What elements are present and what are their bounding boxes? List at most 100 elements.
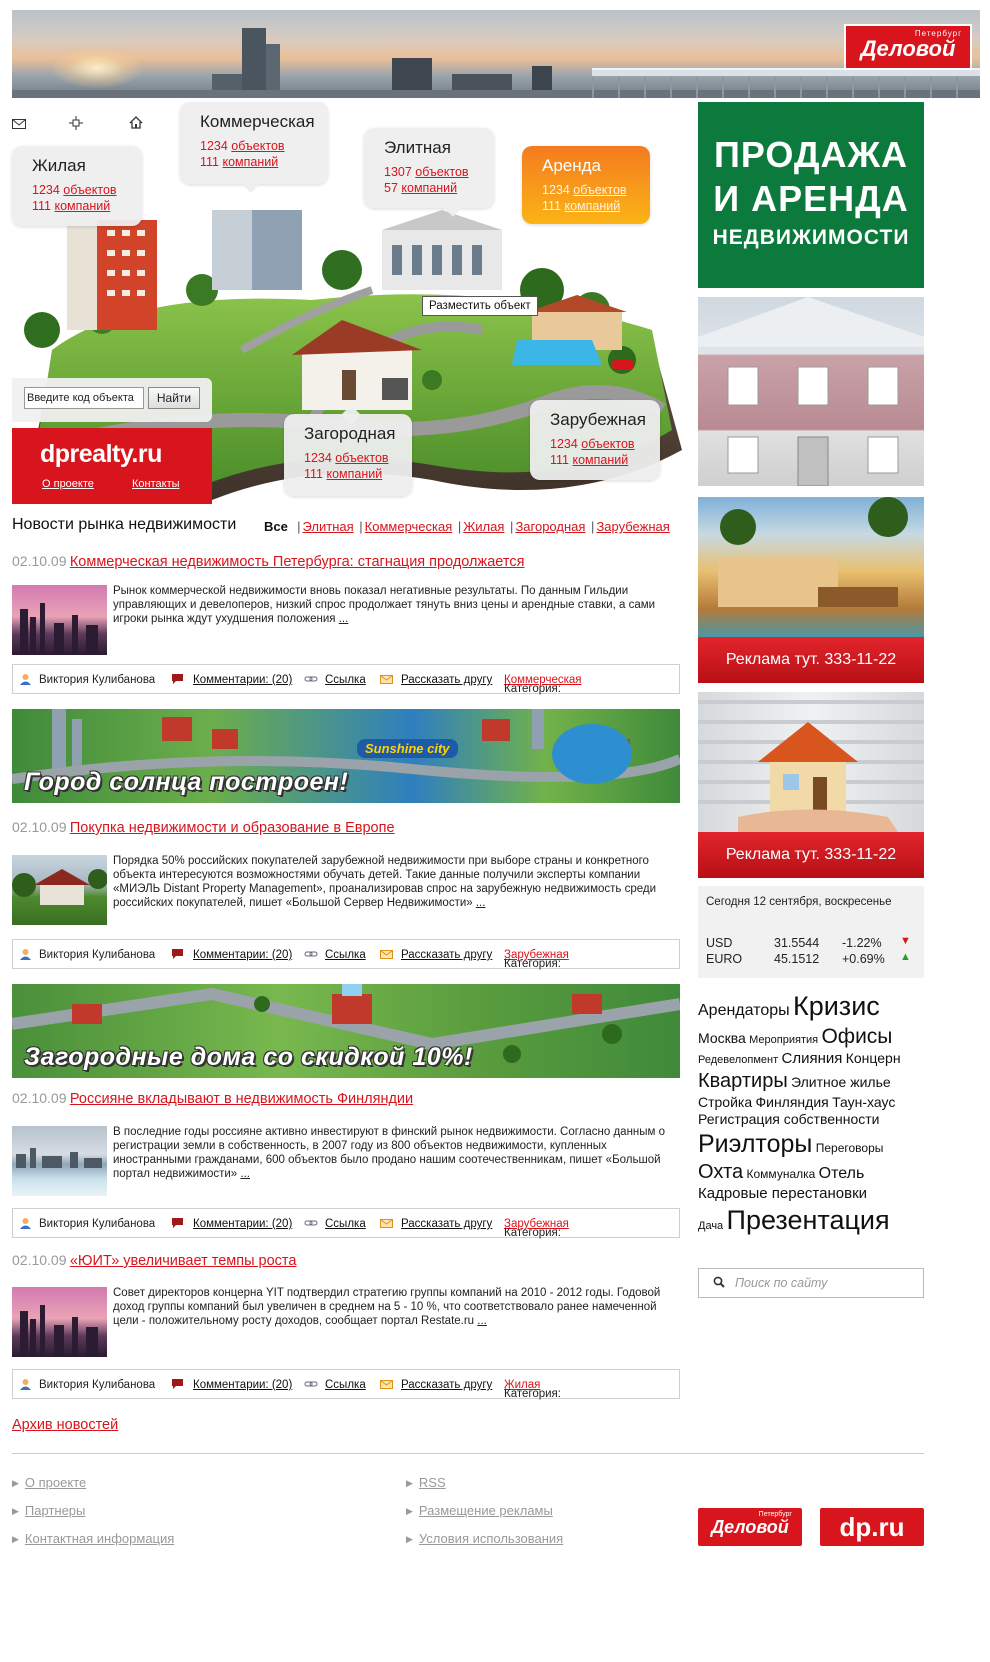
news-archive-link[interactable]: Архив новостей <box>12 1417 118 1433</box>
companies-link[interactable]: компаний <box>565 199 621 213</box>
tag-link[interactable]: Риэлторы <box>698 1130 812 1158</box>
category-commercial[interactable]: Коммерческая 1234 объектов 111 компаний <box>180 102 328 193</box>
category-rent[interactable]: Аренда 1234 объектов 111 компаний <box>522 146 650 224</box>
category-residential[interactable]: Жилая 1234 объектов 111 компаний <box>12 146 142 226</box>
filter-commercial[interactable]: Коммерческая <box>365 519 453 534</box>
tag-link[interactable]: Коммуналка <box>747 1167 816 1181</box>
arrow-down-icon: ▼ <box>900 935 911 947</box>
tag-link[interactable]: Офисы <box>821 1025 892 1048</box>
companies-link[interactable]: компаний <box>401 181 457 195</box>
tag-link[interactable]: Арендаторы <box>698 1002 790 1019</box>
permalink-link[interactable]: Ссылка <box>325 1218 366 1230</box>
news-thumbnail[interactable] <box>12 585 107 655</box>
tell-friend-link[interactable]: Рассказать другу <box>401 674 492 686</box>
comments-link[interactable]: Комментарии: (20) <box>193 949 292 961</box>
objects-link[interactable]: объектов <box>63 183 116 197</box>
news-title-link[interactable]: Коммерческая недвижимость Петербурга: ст… <box>70 554 525 570</box>
permalink-link[interactable]: Ссылка <box>325 674 366 686</box>
filter-all[interactable]: Все <box>264 519 288 534</box>
footer-delovoy-logo[interactable]: Петербург Деловой <box>698 1508 802 1546</box>
ad-banner-sunshine-city[interactable]: Sunshine city Город солнца построен! <box>12 709 680 803</box>
category-country[interactable]: Загородная 1234 объектов 111 компаний <box>284 405 412 496</box>
banner-headline: Город солнца построен! <box>24 768 349 796</box>
comments-link[interactable]: Комментарии: (20) <box>193 1218 292 1230</box>
filter-elite[interactable]: Элитная <box>302 519 353 534</box>
news-thumbnail[interactable] <box>12 1126 107 1196</box>
tell-friend-link[interactable]: Рассказать другу <box>401 949 492 961</box>
footer-link-partners[interactable]: ▶ Партнеры <box>12 1503 85 1518</box>
footer-link-about[interactable]: ▶ О проекте <box>12 1475 86 1490</box>
filter-country[interactable]: Загородная <box>515 519 585 534</box>
object-code-input[interactable]: Введите код объекта <box>24 387 144 409</box>
companies-link[interactable]: компаний <box>327 467 383 481</box>
read-more-link[interactable]: ... <box>339 613 349 625</box>
tag-link[interactable]: Кадровые перестановки <box>698 1185 867 1202</box>
ad-house-in-hand[interactable]: Реклама тут. 333-11-22 <box>698 692 924 878</box>
read-more-link[interactable]: ... <box>476 897 486 909</box>
tag-link[interactable]: Таун-хаус <box>832 1094 895 1110</box>
read-more-link[interactable]: ... <box>240 1168 250 1180</box>
objects-link[interactable]: объектов <box>581 437 634 451</box>
tell-friend-link[interactable]: Рассказать другу <box>401 1379 492 1391</box>
contacts-link[interactable]: Контакты <box>132 478 180 490</box>
tag-link[interactable]: Квартиры <box>698 1070 788 1092</box>
news-thumbnail[interactable] <box>12 855 108 925</box>
news-thumbnail[interactable] <box>12 1287 107 1357</box>
category-elite[interactable]: Элитная 1307 объектов 57 компаний <box>364 128 494 217</box>
footer-dp-logo[interactable]: dp.ru <box>820 1508 924 1546</box>
about-link[interactable]: О проекте <box>42 478 94 490</box>
ad-sale-and-rent[interactable]: ПРОДАЖА И АРЕНДА НЕДВИЖИМОСТИ <box>698 102 924 288</box>
companies-link[interactable]: компаний <box>573 453 629 467</box>
footer-link-terms[interactable]: ▶ Условия использования <box>406 1531 563 1546</box>
tag-link[interactable]: Мероприятия <box>749 1034 818 1046</box>
objects-link[interactable]: объектов <box>415 165 468 179</box>
tell-friend-link[interactable]: Рассказать другу <box>401 1218 492 1230</box>
tag-link[interactable]: Стройка <box>698 1094 752 1110</box>
companies-link[interactable]: компаний <box>223 155 279 169</box>
filter-residential[interactable]: Жилая <box>463 519 504 534</box>
tag-link[interactable]: Финляндия <box>755 1094 828 1110</box>
footer-link-advertising[interactable]: ▶ Размещение рекламы <box>406 1503 553 1518</box>
tag-link[interactable]: Редевелопмент <box>698 1054 778 1066</box>
news-title-link[interactable]: Россияне вкладывают в недвижимость Финля… <box>70 1091 413 1107</box>
tag-link[interactable]: Охта <box>698 1161 743 1183</box>
objects-link[interactable]: объектов <box>573 183 626 197</box>
companies-link[interactable]: компаний <box>55 199 111 213</box>
ad-banner-country-houses[interactable]: Загородные дома со скидкой 10%! <box>12 984 680 1078</box>
news-title-link[interactable]: Покупка недвижимости и образование в Евр… <box>70 820 395 836</box>
objects-link[interactable]: объектов <box>231 139 284 153</box>
permalink-link[interactable]: Ссылка <box>325 949 366 961</box>
permalink-link[interactable]: Ссылка <box>325 1379 366 1391</box>
link-icon <box>304 673 318 685</box>
footer-link-rss[interactable]: ▶ RSS <box>406 1475 446 1490</box>
site-name[interactable]: dprealty.ru <box>40 440 162 469</box>
delovoy-logo[interactable]: Петербург Деловой <box>844 24 972 70</box>
category-foreign[interactable]: Зарубежная 1234 объектов 111 компаний <box>530 400 660 480</box>
banner-headline: Загородные дома со скидкой 10%! <box>24 1043 473 1071</box>
tag-link[interactable]: Концерн <box>846 1050 901 1066</box>
tag-link[interactable]: Кризис <box>793 991 880 1021</box>
comments-link[interactable]: Комментарии: (20) <box>193 674 292 686</box>
news-item-header: 02.10.09 Покупка недвижимости и образова… <box>12 819 395 836</box>
tag-link[interactable]: Регистрация собственности <box>698 1111 880 1127</box>
news-title-link[interactable]: «ЮИТ» увеличивает темпы роста <box>70 1253 297 1269</box>
tag-link[interactable]: Дача <box>698 1220 723 1232</box>
place-object-button[interactable]: Разместить объект <box>422 296 538 316</box>
ad-brick-house[interactable] <box>698 297 924 486</box>
tag-link[interactable]: Москва <box>698 1030 746 1046</box>
site-search-input[interactable]: Поиск по сайту <box>698 1268 924 1298</box>
objects-link[interactable]: объектов <box>335 451 388 465</box>
category-label: Категория: <box>504 1388 561 1400</box>
footer-link-contact-info[interactable]: ▶ Контактная информация <box>12 1531 174 1546</box>
news-section-title: Новости рынка недвижимости <box>12 516 237 533</box>
tag-link[interactable]: Слияния <box>782 1050 843 1067</box>
ad-villa-pool[interactable]: Реклама тут. 333-11-22 <box>698 497 924 683</box>
tag-link[interactable]: Презентация <box>727 1205 890 1235</box>
filter-foreign[interactable]: Зарубежная <box>596 519 669 534</box>
read-more-link[interactable]: ... <box>477 1315 487 1327</box>
comments-link[interactable]: Комментарии: (20) <box>193 1379 292 1391</box>
find-button[interactable]: Найти <box>148 387 200 409</box>
tag-link[interactable]: Элитное жилье <box>791 1074 891 1090</box>
tag-link[interactable]: Отель <box>819 1165 865 1182</box>
tag-link[interactable]: Переговоры <box>816 1141 884 1155</box>
